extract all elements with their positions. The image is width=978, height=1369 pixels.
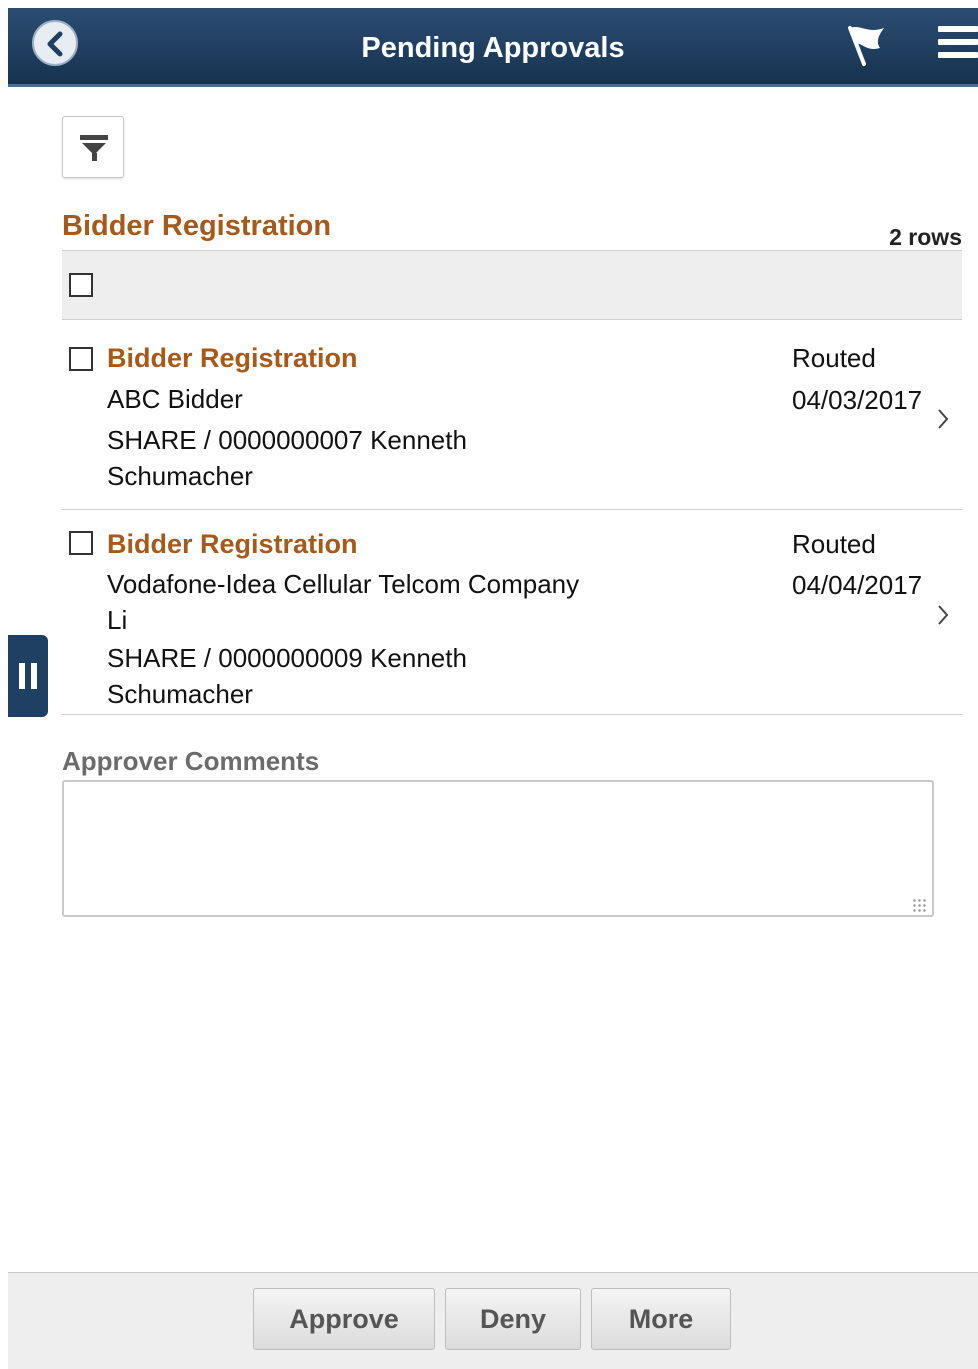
row-reference: SHARE / 0000000009 Kenneth <box>107 643 467 673</box>
row-requester: Schumacher <box>107 461 253 491</box>
row-checkbox[interactable] <box>69 347 93 371</box>
row-status: Routed <box>792 529 876 559</box>
filter-icon <box>80 135 108 161</box>
app-header: Pending Approvals <box>8 8 978 87</box>
grid-title: Bidder Registration <box>62 210 332 242</box>
row-title[interactable]: Bidder Registration <box>107 343 358 374</box>
filter-button[interactable] <box>62 116 124 178</box>
row-description-cont: Li <box>107 605 128 635</box>
approve-button[interactable]: Approve <box>253 1288 435 1350</box>
row-description: Vodafone-Idea Cellular Telcom Company <box>107 569 580 599</box>
row-date: 04/03/2017 <box>792 385 923 415</box>
row-checkbox[interactable] <box>69 531 93 555</box>
grid-header <box>62 250 962 320</box>
approver-comments-field[interactable] <box>62 780 934 917</box>
chevron-right-icon[interactable] <box>936 407 950 431</box>
list-item[interactable]: Bidder Registration Vodafone-Idea Cellul… <box>62 510 962 715</box>
resize-grip-icon[interactable] <box>912 898 926 912</box>
chevron-right-icon[interactable] <box>936 603 950 627</box>
action-footer: Approve Deny More <box>8 1272 978 1369</box>
page-title: Pending Approvals <box>361 32 625 64</box>
row-title[interactable]: Bidder Registration <box>107 529 358 560</box>
row-description: ABC Bidder <box>107 384 243 414</box>
list-item[interactable]: Bidder Registration ABC Bidder SHARE / 0… <box>62 321 962 510</box>
flag-icon[interactable] <box>842 22 888 68</box>
side-pane-toggle[interactable] <box>8 635 48 717</box>
select-all-checkbox[interactable] <box>69 273 93 297</box>
row-reference: SHARE / 0000000007 Kenneth <box>107 425 467 455</box>
row-count: 2 rows <box>889 224 962 250</box>
more-button[interactable]: More <box>591 1288 731 1350</box>
row-requester: Schumacher <box>107 679 253 709</box>
row-date: 04/04/2017 <box>792 570 923 600</box>
row-status: Routed <box>792 343 876 373</box>
hamburger-menu-icon[interactable] <box>938 26 978 65</box>
deny-button[interactable]: Deny <box>445 1288 581 1350</box>
comments-label: Approver Comments <box>62 746 320 776</box>
